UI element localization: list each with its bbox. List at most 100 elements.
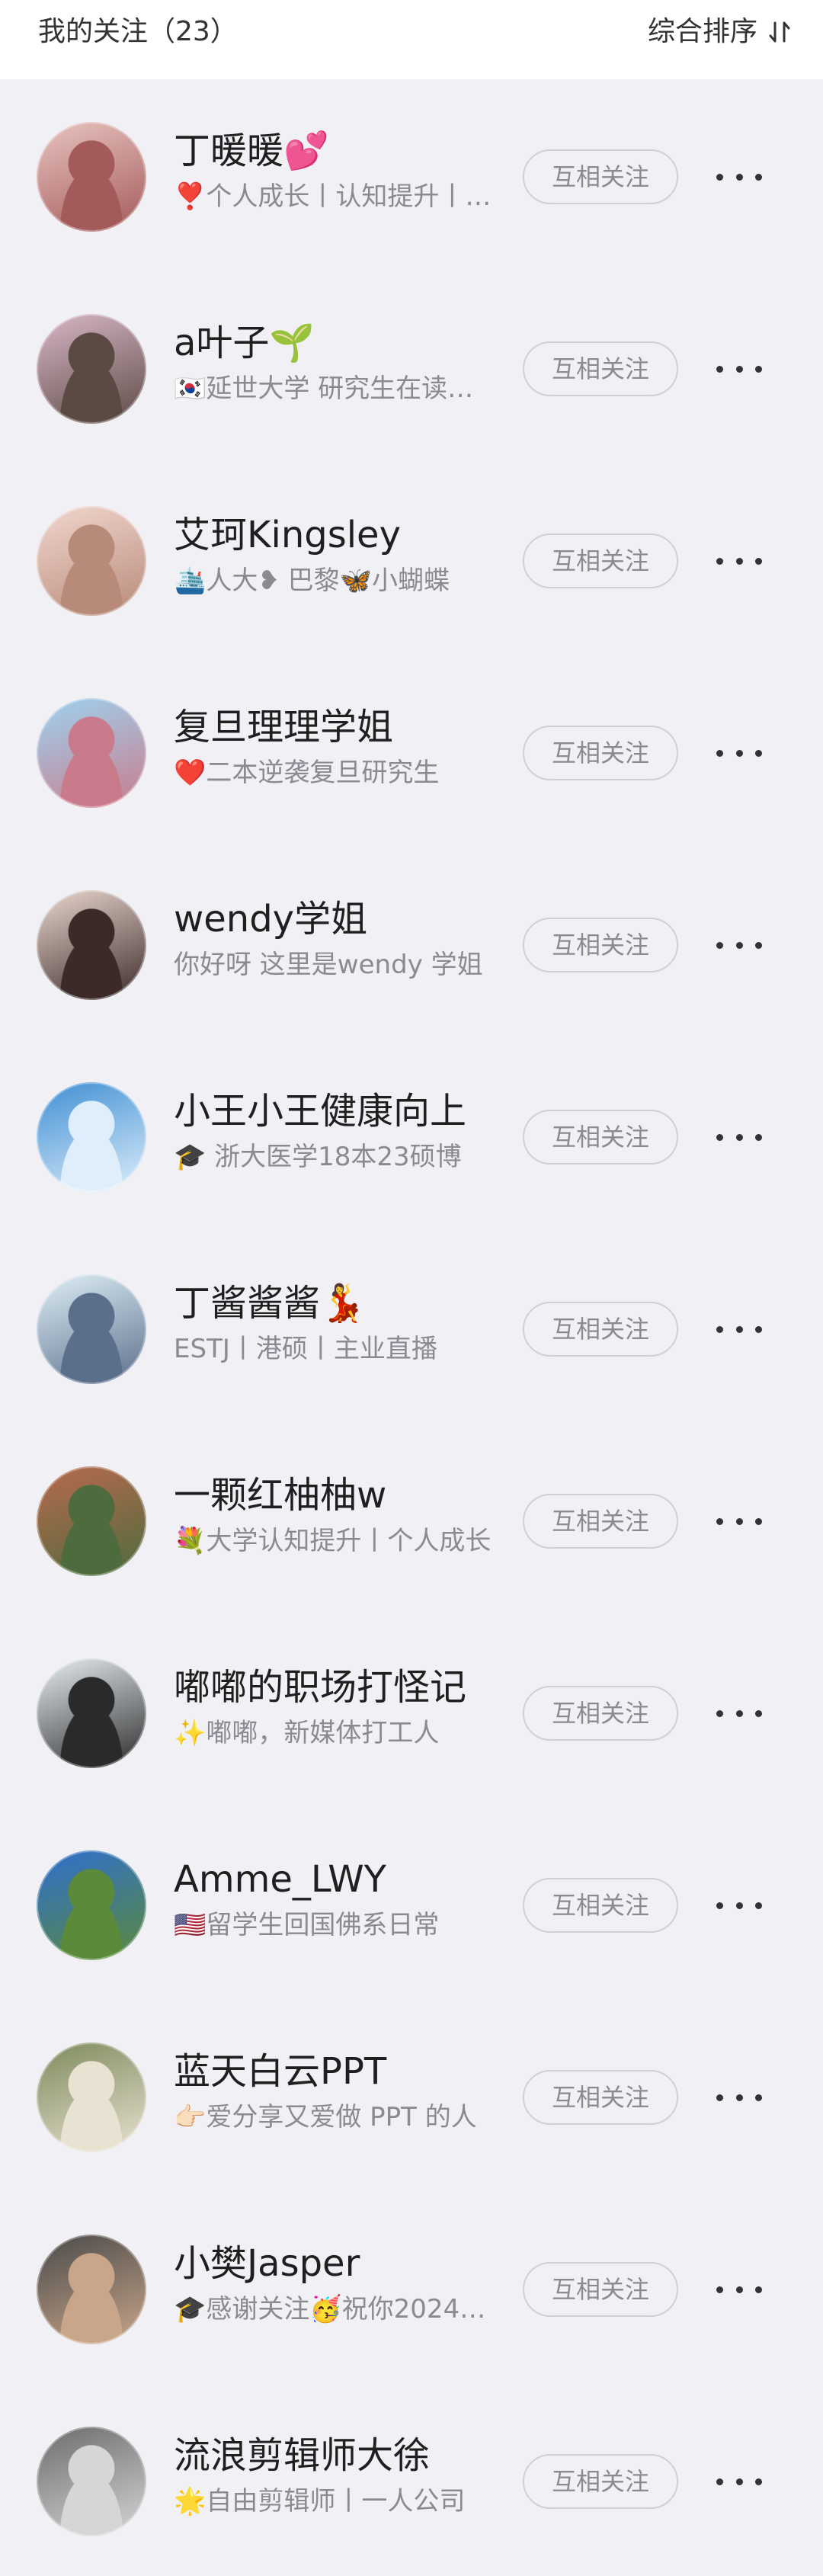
mutual-follow-button[interactable]: 互相关注: [523, 533, 678, 588]
avatar[interactable]: [37, 698, 146, 808]
mutual-follow-button[interactable]: 互相关注: [523, 1878, 678, 1933]
list-item[interactable]: 艾珂Kingsley 🛳️人大❥ 巴黎🦋小蝴蝶 互相关注: [0, 463, 823, 655]
more-options-icon[interactable]: [716, 930, 762, 960]
mutual-follow-button[interactable]: 互相关注: [523, 918, 678, 972]
page-title: 我的关注（23）: [38, 16, 238, 47]
more-options-icon[interactable]: [716, 1698, 762, 1729]
avatar[interactable]: [37, 2427, 146, 2536]
more-options-icon[interactable]: [716, 162, 762, 192]
dot: [716, 1902, 723, 1909]
user-name[interactable]: 艾珂Kingsley: [174, 511, 509, 559]
dot: [716, 365, 723, 373]
more-options-icon[interactable]: [716, 1122, 762, 1152]
user-name[interactable]: 小樊Jasper: [174, 2239, 509, 2288]
list-item[interactable]: 小樊Jasper 🎓感谢关注🥳祝你2024好运 互相关注: [0, 2192, 823, 2384]
mutual-follow-button[interactable]: 互相关注: [523, 726, 678, 780]
dot: [716, 941, 723, 949]
dot: [755, 1517, 762, 1525]
user-name[interactable]: 丁酱酱酱💃: [174, 1279, 509, 1328]
list-item[interactable]: 复旦理理学姐 ❤️二本逆袭复旦研究生 互相关注: [0, 655, 823, 847]
sort-button[interactable]: 综合排序: [648, 12, 793, 52]
dot: [735, 1902, 743, 1909]
more-options-icon[interactable]: [716, 1506, 762, 1536]
list-item[interactable]: a叶子🌱 🇰🇷延世大学 研究生在读丨韩国留学互相关注: [0, 271, 823, 463]
user-name[interactable]: 嘟嘟的职场打怪记: [174, 1663, 509, 1712]
dot: [735, 1517, 743, 1525]
more-options-icon[interactable]: [716, 1890, 762, 1921]
user-name[interactable]: Amme_LWY: [174, 1855, 509, 1904]
user-bio: 🇰🇷延世大学 研究生在读丨韩国留学: [174, 373, 494, 404]
dot: [716, 2286, 723, 2293]
user-bio: ESTJ丨港硕丨主业直播: [174, 1334, 437, 1364]
list-item[interactable]: wendy学姐 你好呀 这里是wendy 学姐 互相关注: [0, 847, 823, 1040]
user-name[interactable]: 复旦理理学姐: [174, 703, 509, 751]
mutual-follow-button[interactable]: 互相关注: [523, 149, 678, 204]
avatar[interactable]: [37, 1274, 146, 1384]
mutual-follow-button[interactable]: 互相关注: [523, 2454, 678, 2509]
user-name[interactable]: wendy学姐: [174, 895, 509, 944]
mutual-follow-button[interactable]: 互相关注: [523, 1494, 678, 1549]
avatar[interactable]: [37, 890, 146, 1000]
mutual-follow-button[interactable]: 互相关注: [523, 2070, 678, 2125]
user-name[interactable]: 小王小王健康向上: [174, 1087, 509, 1136]
dot: [755, 1902, 762, 1909]
avatar[interactable]: [37, 2235, 146, 2344]
list-item[interactable]: 嘟嘟的职场打怪记 ✨嘟嘟，新媒体打工人 互相关注: [0, 1616, 823, 1808]
user-name[interactable]: a叶子🌱: [174, 319, 509, 367]
mutual-follow-button[interactable]: 互相关注: [523, 341, 678, 396]
dot: [735, 2478, 743, 2485]
top-bar: 我的关注（23） 综合排序: [0, 0, 823, 79]
avatar[interactable]: [37, 1658, 146, 1768]
avatar[interactable]: [37, 122, 146, 232]
list-item[interactable]: 一颗红柚柚w 💐大学认知提升丨个人成长 互相关注: [0, 1424, 823, 1616]
dot: [716, 1133, 723, 1141]
dot: [716, 557, 723, 565]
more-options-icon[interactable]: [716, 738, 762, 768]
mutual-follow-button[interactable]: 互相关注: [523, 2262, 678, 2317]
avatar[interactable]: [37, 314, 146, 424]
user-bio: ❤️二本逆袭复旦研究生: [174, 758, 440, 788]
list-item[interactable]: Amme_LWY 🇺🇸留学生回国佛系日常 互相关注: [0, 1808, 823, 2000]
user-name[interactable]: 一颗红柚柚w: [174, 1471, 509, 1520]
more-options-icon[interactable]: [716, 2466, 762, 2497]
list-item[interactable]: 丁暖暖💕 ❣️个人成长丨认知提升丨自我管理互相关注: [0, 79, 823, 271]
user-name[interactable]: 蓝天白云PPT: [174, 2047, 509, 2096]
mutual-follow-button[interactable]: 互相关注: [523, 1302, 678, 1357]
user-bio: ✨嘟嘟，新媒体打工人: [174, 1718, 440, 1748]
list-item[interactable]: 丁酱酱酱💃 ESTJ丨港硕丨主业直播 互相关注: [0, 1232, 823, 1424]
avatar[interactable]: [37, 1850, 146, 1960]
dot: [755, 1133, 762, 1141]
user-bio: 🛳️人大❥ 巴黎🦋小蝴蝶: [174, 566, 450, 596]
user-name[interactable]: 丁暖暖💕: [174, 127, 509, 175]
more-options-icon[interactable]: [716, 546, 762, 576]
dot: [735, 2286, 743, 2293]
user-bio: 🎓感谢关注🥳祝你2024好运: [174, 2294, 494, 2324]
dot: [716, 2478, 723, 2485]
more-options-icon[interactable]: [716, 2274, 762, 2305]
list-item[interactable]: 小王小王健康向上 🎓 浙大医学18本23硕博 互相关注: [0, 1040, 823, 1232]
dot: [755, 1709, 762, 1717]
dot: [716, 1517, 723, 1525]
avatar[interactable]: [37, 2043, 146, 2152]
dot: [735, 1325, 743, 1333]
list-item[interactable]: 蓝天白云PPT 👉🏻爱分享又爱做 PPT 的人 互相关注: [0, 2000, 823, 2192]
dot: [755, 941, 762, 949]
user-name[interactable]: 流浪剪辑师大徐: [174, 2431, 509, 2480]
avatar[interactable]: [37, 1082, 146, 1192]
dot: [735, 173, 743, 181]
dot: [716, 1709, 723, 1717]
dot: [735, 1133, 743, 1141]
more-options-icon[interactable]: [716, 2082, 762, 2113]
dot: [755, 365, 762, 373]
dot: [755, 2094, 762, 2101]
mutual-follow-button[interactable]: 互相关注: [523, 1686, 678, 1741]
user-bio: 💐大学认知提升丨个人成长: [174, 1526, 492, 1556]
more-options-icon[interactable]: [716, 354, 762, 384]
avatar[interactable]: [37, 1466, 146, 1576]
list-item[interactable]: 流浪剪辑师大徐 🌟自由剪辑师丨一人公司 互相关注: [0, 2384, 823, 2576]
dot: [755, 2286, 762, 2293]
mutual-follow-button[interactable]: 互相关注: [523, 1110, 678, 1165]
dot: [735, 365, 743, 373]
more-options-icon[interactable]: [716, 1314, 762, 1344]
avatar[interactable]: [37, 506, 146, 616]
